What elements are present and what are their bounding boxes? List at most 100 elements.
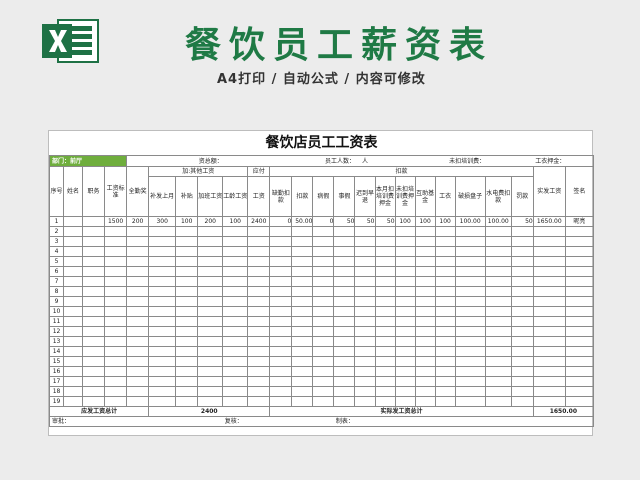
cell-fine[interactable] [510, 246, 534, 257]
cell-net[interactable] [532, 276, 566, 287]
cell-uniform[interactable] [434, 336, 456, 347]
cell-fine[interactable] [510, 376, 534, 387]
cell-fine[interactable] [510, 266, 534, 277]
cell-add-back[interactable] [148, 326, 177, 337]
cell-personal[interactable] [333, 286, 356, 297]
cell-deduction[interactable] [291, 396, 314, 407]
cell-broken[interactable] [454, 396, 486, 407]
cell-utility[interactable] [484, 346, 512, 357]
cell-attendance[interactable] [126, 276, 150, 287]
cell-add-back[interactable] [148, 276, 177, 287]
cell-overtime[interactable] [197, 386, 224, 397]
cell-sign[interactable] [564, 226, 595, 237]
cell-absence[interactable]: 0 [269, 216, 293, 227]
cell-wage[interactable] [247, 246, 271, 257]
cell-salary-std[interactable] [104, 226, 128, 237]
cell-sign[interactable]: 昵亮 [564, 216, 595, 227]
cell-uniform[interactable] [434, 226, 456, 237]
cell-net[interactable] [532, 396, 566, 407]
cell-subsidy[interactable] [175, 316, 199, 327]
cell-training-month[interactable]: 50 [374, 216, 396, 227]
cell-attendance[interactable] [126, 366, 150, 377]
cell-training-unpaid[interactable] [394, 336, 416, 347]
cell-training-month[interactable] [374, 306, 396, 317]
cell-fine[interactable] [510, 356, 534, 367]
cell-add-back[interactable] [148, 316, 177, 327]
cell-salary-std[interactable] [104, 316, 128, 327]
cell-seq[interactable]: 7 [48, 276, 65, 287]
cell-personal[interactable] [333, 276, 356, 287]
cell-seniority[interactable] [222, 316, 249, 327]
cell-utility[interactable] [484, 306, 512, 317]
cell-salary-std[interactable] [104, 376, 128, 387]
cell-mutual[interactable] [414, 346, 436, 357]
cell-seq[interactable]: 4 [48, 246, 65, 257]
cell-net[interactable] [532, 316, 566, 327]
cell-mutual[interactable] [414, 266, 436, 277]
cell-name[interactable] [63, 216, 84, 227]
cell-position[interactable] [82, 226, 106, 237]
cell-position[interactable] [82, 216, 106, 227]
cell-absence[interactable] [269, 396, 293, 407]
cell-utility[interactable] [484, 246, 512, 257]
cell-name[interactable] [63, 326, 84, 337]
cell-position[interactable] [82, 306, 106, 317]
cell-absence[interactable] [269, 276, 293, 287]
cell-training-unpaid[interactable] [394, 356, 416, 367]
cell-attendance[interactable] [126, 236, 150, 247]
cell-position[interactable] [82, 286, 106, 297]
cell-wage[interactable] [247, 376, 271, 387]
cell-attendance[interactable] [126, 316, 150, 327]
cell-broken[interactable] [454, 316, 486, 327]
cell-salary-std[interactable] [104, 276, 128, 287]
cell-subsidy[interactable] [175, 336, 199, 347]
cell-subsidy[interactable] [175, 326, 199, 337]
cell-salary-std[interactable] [104, 386, 128, 397]
cell-position[interactable] [82, 326, 106, 337]
cell-name[interactable] [63, 276, 84, 287]
cell-sign[interactable] [564, 266, 595, 277]
cell-salary-std[interactable] [104, 326, 128, 337]
cell-attendance[interactable] [126, 346, 150, 357]
cell-personal[interactable] [333, 346, 356, 357]
cell-add-back[interactable] [148, 246, 177, 257]
cell-sick[interactable] [312, 246, 335, 257]
cell-utility[interactable] [484, 236, 512, 247]
cell-personal[interactable] [333, 236, 356, 247]
cell-seniority[interactable] [222, 226, 249, 237]
cell-overtime[interactable] [197, 336, 224, 347]
cell-fine[interactable] [510, 296, 534, 307]
cell-name[interactable] [63, 386, 84, 397]
cell-seq[interactable]: 9 [48, 296, 65, 307]
cell-deduction[interactable] [291, 236, 314, 247]
cell-net[interactable] [532, 256, 566, 267]
cell-salary-std[interactable] [104, 336, 128, 347]
cell-sick[interactable] [312, 306, 335, 317]
cell-net[interactable] [532, 346, 566, 357]
cell-absence[interactable] [269, 356, 293, 367]
cell-name[interactable] [63, 286, 84, 297]
cell-broken[interactable] [454, 356, 486, 367]
cell-sick[interactable] [312, 366, 335, 377]
cell-seq[interactable]: 12 [48, 326, 65, 337]
cell-name[interactable] [63, 316, 84, 327]
cell-subsidy[interactable] [175, 396, 199, 407]
cell-salary-std[interactable]: 1500 [104, 216, 128, 227]
cell-mutual[interactable] [414, 226, 436, 237]
cell-position[interactable] [82, 266, 106, 277]
cell-sick[interactable] [312, 396, 335, 407]
cell-fine[interactable] [510, 396, 534, 407]
cell-training-unpaid[interactable] [394, 386, 416, 397]
cell-absence[interactable] [269, 336, 293, 347]
cell-late[interactable] [354, 226, 376, 237]
cell-late[interactable] [354, 296, 376, 307]
cell-uniform[interactable] [434, 346, 456, 357]
cell-training-month[interactable] [374, 336, 396, 347]
cell-sick[interactable] [312, 376, 335, 387]
cell-training-month[interactable] [374, 346, 396, 357]
cell-utility[interactable] [484, 396, 512, 407]
cell-attendance[interactable] [126, 226, 150, 237]
cell-sign[interactable] [564, 356, 595, 367]
cell-late[interactable] [354, 286, 376, 297]
cell-utility[interactable] [484, 296, 512, 307]
